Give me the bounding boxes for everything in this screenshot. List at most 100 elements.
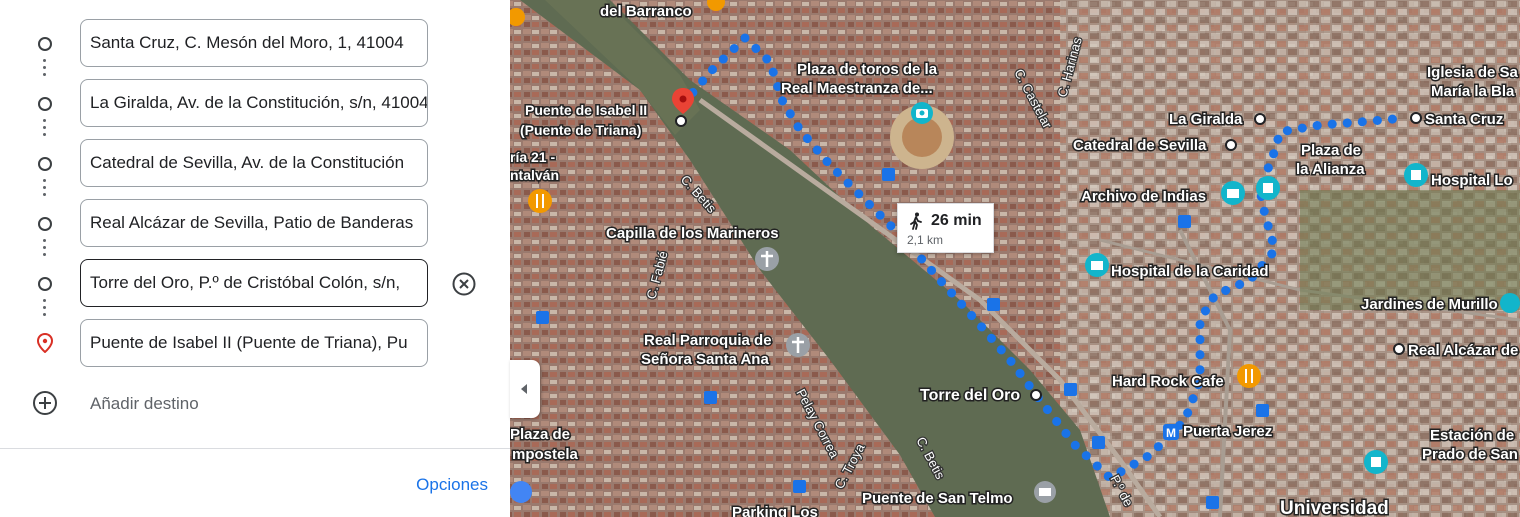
landmark-poi-icon[interactable] [1500,293,1520,313]
map-label: Prado de San [1422,446,1518,463]
divider [0,448,510,449]
map-label: Hospital Lo [1431,172,1513,189]
route-connector [43,119,46,140]
add-circle-icon [33,391,57,415]
map-label: Real Maestranza de... [781,80,933,97]
bus-stop-icon[interactable] [1064,383,1077,396]
stop-row: Real Alcázar de Sevilla, Patio de Bander… [0,199,510,249]
bridge-poi-icon[interactable] [1034,481,1056,503]
church-poi-icon[interactable] [786,333,810,357]
satellite-map[interactable]: M del Barranco Plaza de toros de la Real… [510,0,1520,517]
svg-text:M: M [1166,426,1176,440]
waypoint-circle-icon [38,97,52,111]
route-connector [43,59,46,80]
map-label: María la Bla [1431,83,1515,100]
stop-row: Santa Cruz, C. Mesón del Moro, 1, 41004 [0,19,510,69]
stop-row: Catedral de Sevilla, Av. de la Constituc… [0,139,510,189]
map-label: Puente de San Telmo [862,490,1013,507]
map-label: Plaza de [1301,142,1361,159]
options-link[interactable]: Opciones [416,475,488,495]
map-label: Plaza de toros de la [797,61,938,78]
destination-input[interactable]: Puente de Isabel II (Puente de Triana), … [80,319,428,367]
map-label: Plaza de [510,426,570,443]
route-connector [43,179,46,200]
landmark-poi-icon[interactable] [1404,163,1428,187]
map-label: mpostela [512,446,579,463]
landmark-poi-icon[interactable] [1256,176,1280,200]
map-label: Jardines de Murillo [1361,296,1498,313]
map-label: Real Alcázar de [1408,342,1518,359]
stop-input[interactable]: Real Alcázar de Sevilla, Patio de Bander… [80,199,428,247]
bus-stop-icon[interactable] [882,168,895,181]
stop-input[interactable]: Catedral de Sevilla, Av. de la Constituc… [80,139,428,187]
church-poi-icon[interactable] [755,247,779,271]
map-label: Parking Los [732,504,818,517]
bus-stop-icon[interactable] [1178,215,1191,228]
waypoint-circle-icon [38,217,52,231]
remove-stop-button[interactable] [450,270,478,298]
stop-row: Puente de Isabel II (Puente de Triana), … [0,319,510,369]
metro-icon[interactable]: M [1163,424,1179,440]
caret-left-icon [521,384,527,394]
landmark-poi-icon[interactable] [1364,450,1388,474]
destination-pin-icon [36,333,54,353]
directions-panel: Santa Cruz, C. Mesón del Moro, 1, 41004 … [0,0,510,517]
stop-input[interactable]: La Giralda, Av. de la Constitución, s/n,… [80,79,428,127]
route-info-card[interactable]: 26 min 2,1 km [897,203,994,253]
car-poi-icon[interactable] [510,481,532,503]
place-marker[interactable] [1393,343,1405,355]
camera-poi-icon[interactable] [911,102,933,124]
map-label: Torre del Oro [920,387,1020,404]
map-label: Real Parroquia de [644,332,772,349]
place-marker[interactable] [675,115,687,127]
map-label: Universidad [1280,498,1389,517]
bus-stop-icon[interactable] [704,391,717,404]
waypoint-circle-icon [38,37,52,51]
bus-stop-icon[interactable] [793,480,806,493]
map-label: Catedral de Sevilla [1073,137,1207,154]
add-destination-button[interactable]: Añadir destino [0,382,510,426]
waypoint-circle-icon [38,277,52,291]
place-marker[interactable] [1254,113,1266,125]
map-label: Puente de Isabel II [525,102,647,118]
map-label: Santa Cruz [1425,111,1503,128]
map-label: Capilla de los Marineros [606,225,779,242]
restaurant-poi-icon[interactable] [528,189,552,213]
stop-input[interactable]: Santa Cruz, C. Mesón del Moro, 1, 41004 [80,19,428,67]
map-label: Señora Santa Ana [641,351,769,368]
stop-input[interactable]: Torre del Oro, P.º de Cristóbal Colón, s… [80,259,428,307]
route-connector [43,299,46,320]
add-destination-label: Añadir destino [90,394,199,413]
route-time: 26 min [931,212,982,229]
museum-poi-icon[interactable] [1221,181,1245,205]
museum-poi-icon[interactable] [1085,253,1109,277]
map-label: Hard Rock Cafe [1112,373,1224,390]
map-label: Hospital de la Caridad [1111,263,1269,280]
waypoint-circle-icon [38,157,52,171]
place-marker[interactable] [1410,112,1422,124]
map-label: (Puente de Triana) [520,122,641,138]
bus-stop-icon[interactable] [536,311,549,324]
route-connector [43,239,46,260]
map-label: la Alianza [1296,161,1365,178]
map-label: Estación de [1430,427,1514,444]
route-distance: 2,1 km [907,233,944,247]
stop-row: Torre del Oro, P.º de Cristóbal Colón, s… [0,259,510,309]
bus-stop-icon[interactable] [1092,436,1105,449]
map-label: Archivo de Indias [1081,188,1206,205]
walking-icon [910,212,922,230]
bus-stop-icon[interactable] [1256,404,1269,417]
map-label: ntalván [510,167,559,183]
restaurant-poi-icon[interactable] [1237,364,1261,388]
map-view[interactable]: M del Barranco Plaza de toros de la Real… [510,0,1520,517]
place-marker[interactable] [1225,139,1237,151]
place-marker[interactable] [1030,389,1042,401]
map-label: del Barranco [600,3,692,20]
bus-stop-icon[interactable] [1206,496,1219,509]
map-label: Iglesia de Sa [1427,64,1519,81]
map-label: Puerta Jerez [1183,423,1272,440]
map-label: ría 21 - [510,149,555,165]
stop-row: La Giralda, Av. de la Constitución, s/n,… [0,79,510,129]
bus-stop-icon[interactable] [987,298,1000,311]
collapse-panel-button[interactable] [510,360,540,418]
